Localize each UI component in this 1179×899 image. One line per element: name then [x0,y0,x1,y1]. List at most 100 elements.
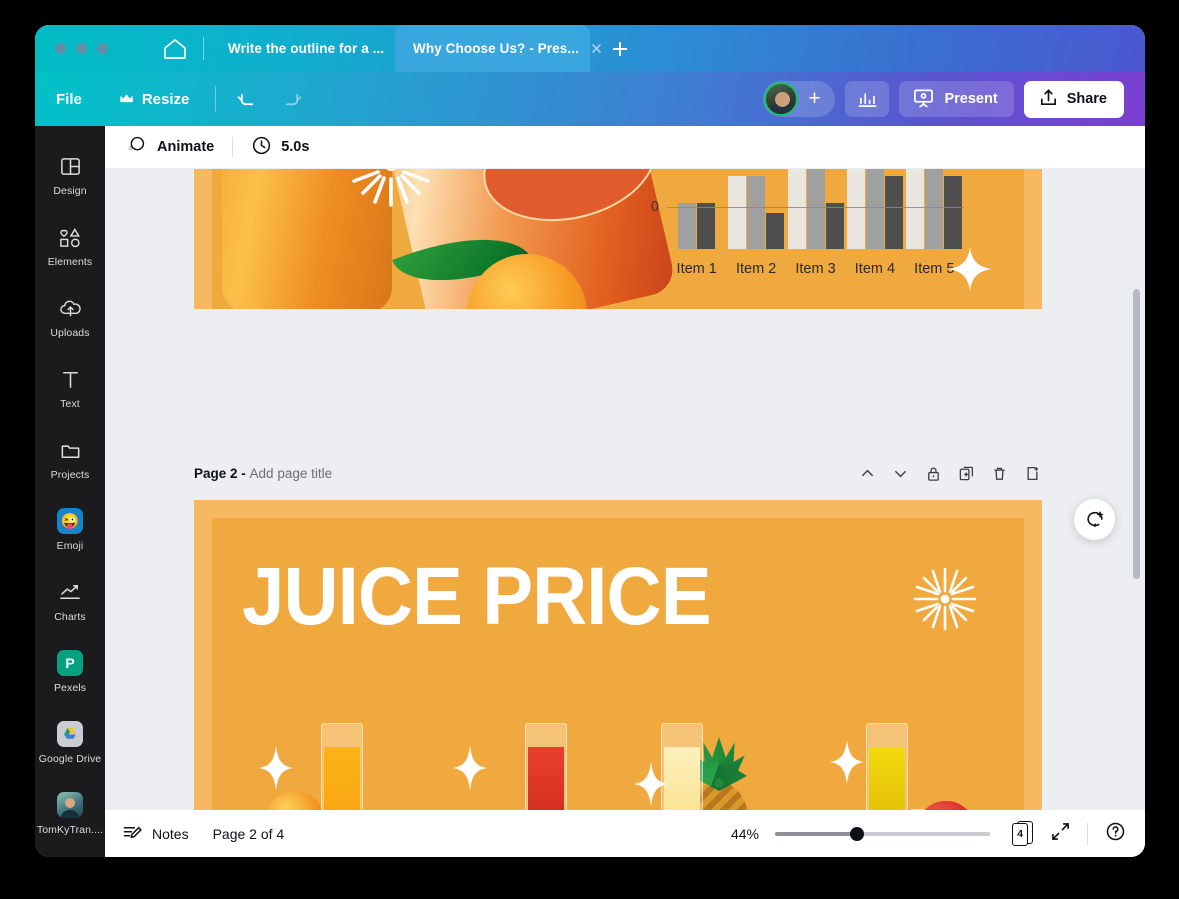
slide-1-artwork: 051015 Item 1Item 2Item 3Item 4Item 5 [212,169,1024,309]
duration-label: 5.0s [281,139,310,155]
duration-button[interactable]: 5.0s [251,135,309,160]
page-label: Page 2 - [194,465,246,481]
shapes-icon [58,223,83,251]
page-indicator: Page 2 of 4 [212,825,285,842]
tab-divider [203,37,204,60]
sidebar-item-design[interactable]: Design [35,139,105,210]
share-upload-icon [1038,87,1059,112]
chart-bar [944,176,963,249]
slide-canvas[interactable]: 051015 Item 1Item 2Item 3Item 4Item 5 [105,169,1145,857]
maximize-window-dot[interactable] [97,43,108,54]
sidebar-item-google-drive[interactable]: Google Drive [35,707,105,778]
sparkle-icon [946,245,994,293]
animate-label: Animate [157,139,215,155]
comment-add-icon[interactable] [1074,499,1115,540]
user-app-icon [57,791,83,819]
chart-bar [697,203,716,249]
chart-plot-area: 051015 [651,169,964,249]
present-button[interactable]: Present [899,81,1014,117]
window-controls[interactable] [55,43,108,54]
starburst-icon [912,566,978,632]
sidebar-item-label: Design [53,185,87,197]
expand-arrows-icon[interactable] [1051,822,1070,846]
slide-2-heading[interactable]: JUICE PRICE [242,556,712,638]
sidebar-item-text[interactable]: Text [35,352,105,423]
lock-icon[interactable] [924,464,943,483]
sidebar-item-charts[interactable]: Charts [35,565,105,636]
notes-button[interactable]: Notes [122,823,189,845]
chart-bar-group [786,169,845,249]
add-page-icon[interactable] [1023,464,1042,483]
trash-icon[interactable] [990,464,1009,483]
close-window-dot[interactable] [55,43,66,54]
chart-bar [884,176,903,249]
sidebar-item-tomkytran[interactable]: TomKyTran.... [35,778,105,849]
undo-arrow-icon[interactable] [230,84,264,114]
sidebar-item-pexels[interactable]: P Pexels [35,636,105,707]
redo-arrow-icon[interactable] [274,84,308,114]
file-menu-button[interactable]: File [56,91,82,108]
crown-icon [119,91,134,108]
browser-tab-2[interactable]: Why Choose Us? - Pres... [395,25,601,72]
chart-bar [865,169,884,249]
folder-icon [59,436,82,464]
chart-x-tick-label: Item 1 [676,261,717,277]
duplicate-icon[interactable] [957,464,976,483]
bar-chart-icon[interactable] [845,81,890,117]
bar-chart[interactable]: 051015 Item 1Item 2Item 3Item 4Item 5 [637,169,982,309]
chart-y-tick-label: 0 [650,199,659,215]
resize-button[interactable]: Resize [119,90,190,108]
pexels-app-icon: P [57,649,83,677]
collaborators-group[interactable]: + [763,81,836,117]
clock-icon [251,135,272,160]
share-label: Share [1066,91,1107,107]
sidebar-item-label: Google Drive [38,753,102,765]
zoom-slider-handle[interactable] [849,826,864,841]
page-title-row[interactable]: Page 2 - Add page title [194,466,332,481]
page-title-placeholder[interactable]: Add page title [250,466,333,481]
chart-bar [747,176,766,249]
close-icon[interactable] [589,41,604,56]
sidebar-item-emoji[interactable]: 😜 Emoji [35,494,105,565]
sidebar-item-uploads[interactable]: Uploads [35,281,105,352]
status-divider [1087,822,1088,845]
browser-tab-1-title: Write the outline for a ... [228,41,385,56]
sidebar-item-label: Elements [47,256,93,268]
layout-panels-icon [59,152,82,180]
page-2-header: Page 2 - Add page title [194,457,1042,489]
sidebar-item-projects[interactable]: Projects [35,423,105,494]
animate-circles-icon [125,134,147,160]
sidebar-item-label: Projects [50,469,90,481]
home-icon[interactable] [161,36,189,62]
slide-2-artwork: JUICE PRICE [212,518,1024,857]
minimize-window-dot[interactable] [76,43,87,54]
pages-grid-icon[interactable]: 4 [1012,820,1034,847]
chart-bar [806,169,825,249]
zoom-slider[interactable] [775,826,990,841]
share-button[interactable]: Share [1023,80,1124,118]
chevron-up-icon[interactable] [858,464,877,483]
animate-button[interactable]: Animate [125,134,214,160]
chart-bar [766,212,785,249]
browser-tab-1[interactable]: Write the outline for a ... [210,25,407,72]
canvas-scrollbar[interactable] [1133,289,1140,579]
presentation-screen-icon [912,87,935,112]
slide-page-1[interactable]: 051015 Item 1Item 2Item 3Item 4Item 5 [194,169,1042,309]
sidebar-item-label: Uploads [50,327,90,339]
notes-label: Notes [152,825,189,842]
chart-bar [925,169,944,249]
slide-page-2[interactable]: JUICE PRICE [194,500,1042,857]
text-t-icon [59,365,82,393]
sidebar-item-elements[interactable]: Elements [35,210,105,281]
avatar[interactable] [764,82,799,116]
zoom-controls: 44% [731,826,990,842]
sidebar-item-label: Emoji [56,540,84,552]
plus-icon[interactable] [607,37,633,61]
resize-label: Resize [141,90,190,108]
add-member-button[interactable]: + [799,84,829,114]
emoji-app-icon: 😜 [57,507,83,535]
chevron-down-icon[interactable] [891,464,910,483]
help-question-icon[interactable] [1105,821,1126,847]
status-bar: Notes Page 2 of 4 44% 4 [105,810,1145,857]
chart-bar [787,169,806,249]
